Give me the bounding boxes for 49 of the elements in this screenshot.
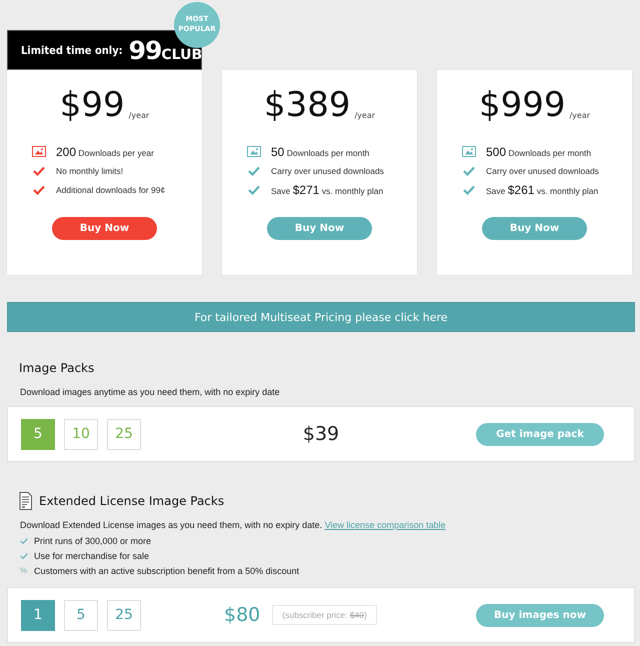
feature-text: Carry over unused downloads [271, 166, 384, 176]
feature-text: Additional downloads for 99¢ [56, 184, 166, 194]
plan-price: $99 [60, 88, 125, 122]
feature-text: No monthly limits! [56, 166, 124, 176]
percent-icon: % [20, 566, 28, 575]
subscriber-price: (subscriber price: $40) [272, 605, 377, 625]
price-period: /year [569, 111, 590, 120]
feature-text: Carry over unused downloads [486, 166, 599, 176]
image-icon [462, 146, 476, 157]
feature-text: 200 Downloads per year [56, 144, 154, 158]
comparison-link[interactable]: View license comparison table [324, 520, 446, 530]
buy-pack-button[interactable]: Buy images now [476, 604, 604, 626]
promo-text: Limited time only: [21, 44, 123, 56]
section-description: Download images anytime as you need them, with no expiry date [20, 387, 280, 397]
price-period: /year [354, 111, 376, 120]
check-icon [462, 184, 476, 194]
quantity-option[interactable]: 10 [64, 418, 98, 450]
section-title: Extended License Image Packs [39, 494, 224, 508]
buy-button[interactable]: Buy Now [52, 217, 157, 240]
image-icon [32, 146, 46, 157]
section-title: Image Packs [19, 361, 94, 375]
plan-price: $389 [264, 88, 350, 122]
feature-text: 500 Downloads per month [486, 144, 592, 158]
feature-text: Use for merchandise for sale [34, 550, 150, 560]
multiseat-link[interactable]: For tailored Multiseat Pricing please click here [7, 302, 635, 332]
feature-text: Save $261 vs. monthly plan [486, 182, 598, 196]
quantity-option[interactable]: 5 [21, 418, 55, 450]
quantity-option[interactable]: 25 [107, 600, 141, 630]
feature-text: Print runs of 300,000 or more [34, 536, 152, 546]
plan-price: $999 [478, 88, 566, 122]
buy-button[interactable]: Buy Now [482, 217, 587, 240]
check-icon [462, 166, 476, 176]
feature-text: Customers with an active subscription benefit from a 50% discount [34, 566, 300, 576]
quantity-option[interactable]: 5 [64, 600, 98, 630]
quantity-option[interactable]: 1 [21, 600, 55, 630]
check-icon [32, 184, 46, 194]
price-period: /year [128, 111, 150, 120]
check-icon [247, 166, 261, 176]
image-icon [247, 146, 261, 157]
check-icon [32, 166, 46, 176]
feature-text: Save $271 vs. monthly plan [271, 182, 384, 196]
section-description: Download Extended License images as you need them, with no expiry date. [20, 520, 322, 530]
buy-pack-button[interactable]: Get image pack [476, 422, 604, 446]
feature-text: 50 Downloads per month [271, 144, 370, 158]
pack-price: $80 [224, 604, 260, 626]
pack-price: $39 [302, 423, 340, 445]
quantity-option[interactable]: 25 [107, 418, 141, 450]
check-icon [247, 184, 261, 194]
buy-button[interactable]: Buy Now [267, 217, 372, 240]
